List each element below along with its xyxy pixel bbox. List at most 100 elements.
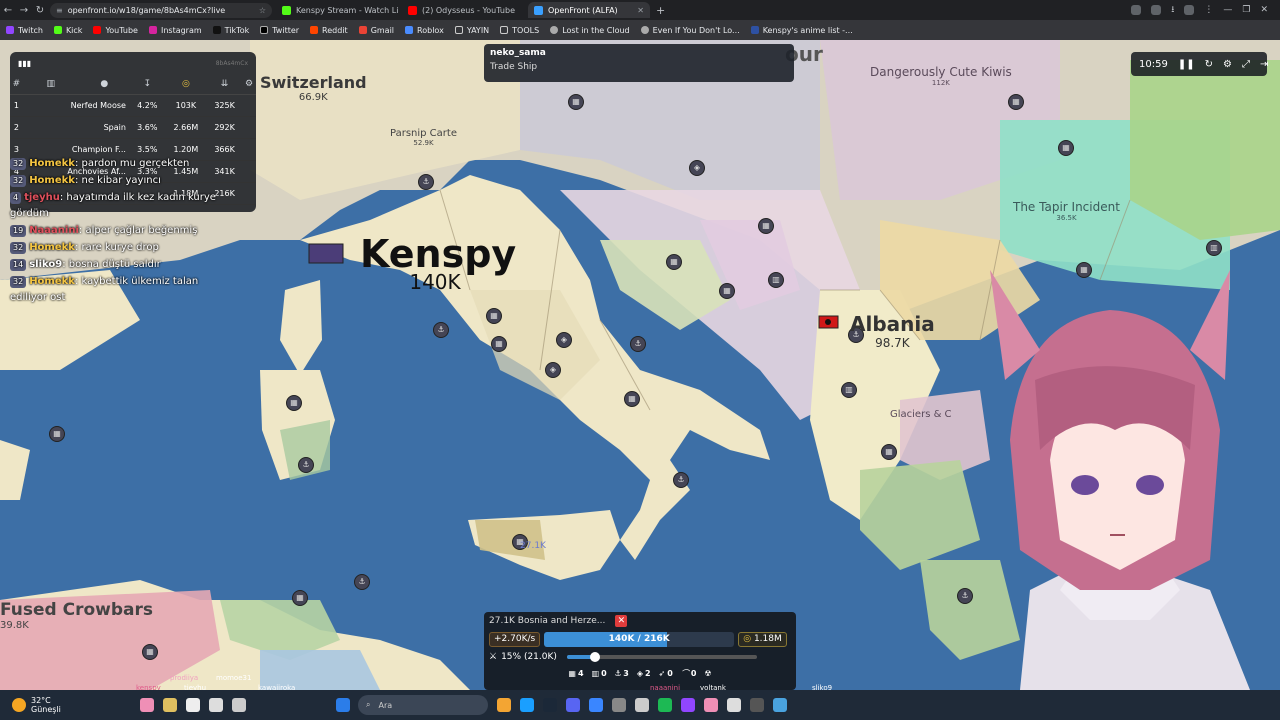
app-icon[interactable] (727, 698, 741, 712)
tab-openfront[interactable]: OpenFront (ALFA) ✕ (528, 2, 650, 18)
settings-gear-icon[interactable]: ⚙ (1223, 59, 1232, 70)
download-icon[interactable]: ⭳ (1171, 2, 1174, 18)
close-window-icon[interactable]: ✕ (1260, 5, 1268, 15)
restart-icon[interactable]: ↻ (1205, 59, 1213, 70)
city-count[interactable]: ▦ 4 (568, 668, 583, 679)
sam-icon: ⌒ (680, 669, 689, 678)
browser-icon[interactable] (520, 698, 534, 712)
port-icon: ⚓ (433, 322, 449, 338)
spotify-icon[interactable] (658, 698, 672, 712)
bookmark-tiktok[interactable]: TikTok (212, 26, 249, 35)
bookmark-instagram[interactable]: Instagram (148, 26, 202, 35)
app-icon[interactable] (773, 698, 787, 712)
file-explorer-icon[interactable] (497, 698, 511, 712)
table-row[interactable]: 2 Spain 3.6% 2.66M 292K (10, 116, 256, 139)
app-icon[interactable] (589, 698, 603, 712)
attack-ratio-slider[interactable] (566, 652, 757, 662)
twitch-icon[interactable] (681, 698, 695, 712)
territory-label-sicily: 27.1K (520, 541, 546, 551)
app-icon[interactable] (209, 698, 223, 712)
bookmark-anime-list[interactable]: Kenspy's anime list -... (750, 26, 853, 35)
close-tab-icon[interactable]: ✕ (637, 6, 644, 15)
bookmark-youtube[interactable]: YouTube (93, 26, 138, 35)
resources-row: +2.70K/s 140K / 216K ◎ 1.18M (484, 630, 796, 648)
tab-kenspy-stream[interactable]: Kenspy Stream - Watch Live (276, 2, 398, 18)
menu-icon[interactable]: ⋮ (1204, 5, 1213, 15)
table-row[interactable]: 1 Nerfed Moose 4.2% 103K 325K (10, 94, 256, 117)
defense-post-count[interactable]: ◈ 2 (637, 668, 651, 679)
city-icon: ▦ (881, 444, 897, 460)
discord-icon[interactable] (566, 698, 580, 712)
app-icon[interactable] (140, 698, 154, 712)
factory-count[interactable]: ▥ 0 (592, 668, 607, 679)
fullscreen-icon[interactable]: ⤢ (1242, 59, 1250, 70)
city-icon: ▦ (758, 218, 774, 234)
openfront-icon (534, 5, 543, 15)
new-tab-button[interactable]: + (656, 4, 665, 17)
settings-gear-icon[interactable]: ⚙ (242, 74, 256, 95)
factory-icon: ▥ (768, 272, 784, 288)
globe-icon (640, 26, 649, 34)
pause-icon[interactable]: ❚❚ (1178, 59, 1195, 70)
bookmark-twitch[interactable]: Twitch (6, 26, 43, 35)
folder-icon (454, 26, 463, 34)
player-column-icon[interactable]: ● (78, 74, 130, 95)
gold-column-icon[interactable]: ◎ (164, 74, 208, 95)
bookmark-star-icon[interactable]: ☆ (259, 6, 266, 15)
port-icon: ⚓ (630, 336, 646, 352)
extensions-puzzle-icon[interactable] (1151, 5, 1162, 15)
site-info-icon[interactable]: ≡ (56, 6, 63, 15)
app-icon[interactable] (704, 698, 718, 712)
taskbar-search[interactable]: ⌕ Ara (358, 695, 488, 715)
chat-message: 32 Homekk: ne kibar yayıncı (10, 173, 220, 189)
game-id: 8bAs4mCx (215, 59, 248, 67)
bookmark-roblox[interactable]: Roblox (405, 26, 444, 35)
terminal-icon[interactable] (750, 698, 764, 712)
app-icon[interactable] (163, 698, 177, 712)
youtube-icon (93, 26, 102, 34)
bookmark-folder-tools[interactable]: TOOLS (500, 26, 539, 35)
reload-icon[interactable]: ↻ (32, 5, 48, 16)
selected-target-label: 27.1K Bosnia and Herze... (489, 616, 606, 626)
app-icon[interactable] (232, 698, 246, 712)
maximize-icon[interactable]: ❐ (1242, 5, 1250, 15)
attack-slider-handle[interactable] (590, 652, 601, 662)
app-icon[interactable] (186, 698, 200, 712)
bookmark-even-if[interactable]: Even If You Don't Lo... (640, 26, 740, 35)
nuke-icon[interactable]: ☢ (704, 668, 711, 679)
tab-youtube[interactable]: (2) Odysseus - YouTube (402, 2, 524, 18)
sam-launcher-count[interactable]: ⌒ 0 (681, 668, 697, 679)
bookmark-lost-in-the-cloud[interactable]: Lost in the Cloud (550, 26, 630, 35)
forward-icon[interactable]: → (16, 5, 32, 16)
close-icon[interactable]: ✕ (615, 615, 628, 627)
profile-avatar-icon[interactable] (1184, 5, 1195, 15)
sort-tiles-icon[interactable]: ▥ (22, 74, 79, 95)
exit-icon[interactable]: ⇥ (1260, 59, 1268, 70)
gold-badge: ◎ 1.18M (738, 631, 787, 647)
bookmark-kick[interactable]: Kick (53, 26, 82, 35)
income-rate: +2.70K/s (489, 631, 541, 647)
weather-widget[interactable]: 32°C Güneşli (0, 696, 140, 714)
bookmark-gmail[interactable]: Gmail (358, 26, 394, 35)
chat-message: 14 sliko9: bosna düştü saldır (10, 257, 220, 273)
bookmark-reddit[interactable]: Reddit (310, 26, 348, 35)
bookmark-folder-yayin[interactable]: YAYIN (454, 26, 489, 35)
steam-icon[interactable] (543, 698, 557, 712)
factory-icon: ▥ (841, 382, 857, 398)
extension-icon[interactable] (1131, 5, 1142, 15)
sort-troops-icon[interactable]: ↧ (129, 74, 165, 95)
app-icon[interactable] (612, 698, 626, 712)
sort-descending-icon[interactable]: ⇊ (207, 74, 243, 95)
address-bar[interactable]: ≡ openfront.io/w18/game/8bAs4mCx?live ☆ (50, 2, 272, 18)
reddit-icon (310, 26, 319, 34)
minimize-icon[interactable]: — (1223, 5, 1232, 15)
leaderboard-toggle-icon[interactable]: ▮▮▮ (18, 59, 31, 68)
port-count[interactable]: ⚓ 3 (615, 668, 629, 679)
missile-silo-count[interactable]: ➶ 0 (659, 668, 673, 679)
windows-start-icon[interactable] (336, 698, 350, 712)
app-icon[interactable] (635, 698, 649, 712)
back-icon[interactable]: ← (0, 5, 16, 16)
bookmark-twitter[interactable]: Twitter (260, 26, 299, 35)
chat-message: 19 Naaanini: alper çağlar beğenmiş (10, 223, 220, 239)
player-label-kenspy: Kenspy 140K (360, 232, 517, 294)
